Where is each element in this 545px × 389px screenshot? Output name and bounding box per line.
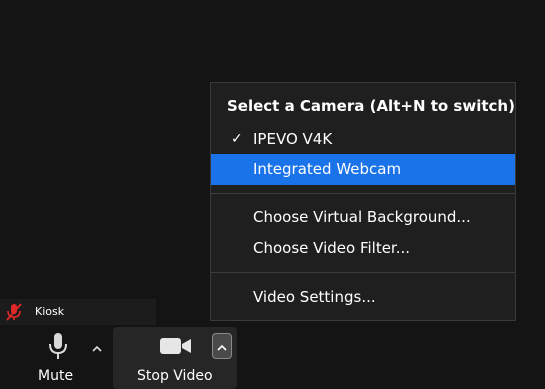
video-options-caret[interactable] — [212, 333, 232, 359]
choose-video-filter-item[interactable]: Choose Video Filter... — [211, 233, 515, 264]
mic-off-icon — [4, 303, 24, 324]
participant-label: Kiosk — [0, 299, 156, 325]
participant-name: Kiosk — [35, 305, 65, 318]
camera-menu: Select a Camera (Alt+N to switch) ✓ IPEV… — [210, 82, 516, 321]
chevron-up-icon — [92, 338, 102, 357]
menu-item-label: Video Settings... — [253, 288, 376, 306]
microphone-icon — [46, 332, 70, 364]
camera-option-label: IPEVO V4K — [253, 130, 333, 148]
menu-item-label: Choose Virtual Background... — [253, 208, 471, 226]
menu-divider — [211, 193, 515, 194]
video-camera-icon — [159, 336, 193, 360]
camera-option-ipevo[interactable]: ✓ IPEVO V4K — [211, 124, 515, 155]
chevron-up-icon — [217, 337, 227, 356]
camera-option-integrated-webcam[interactable]: Integrated Webcam — [211, 154, 515, 185]
stop-video-label: Stop Video — [137, 368, 213, 384]
mute-button[interactable]: Mute — [30, 330, 86, 388]
camera-option-label: Integrated Webcam — [253, 160, 402, 178]
camera-menu-header: Select a Camera (Alt+N to switch) — [227, 97, 515, 115]
menu-item-label: Choose Video Filter... — [253, 239, 411, 257]
choose-virtual-background-item[interactable]: Choose Virtual Background... — [211, 202, 515, 233]
stop-video-button[interactable]: Stop Video — [120, 330, 213, 388]
video-settings-item[interactable]: Video Settings... — [211, 282, 515, 313]
checkmark-icon: ✓ — [231, 131, 243, 147]
menu-divider — [211, 272, 515, 273]
mute-label: Mute — [38, 368, 74, 384]
audio-options-caret[interactable] — [87, 334, 107, 360]
